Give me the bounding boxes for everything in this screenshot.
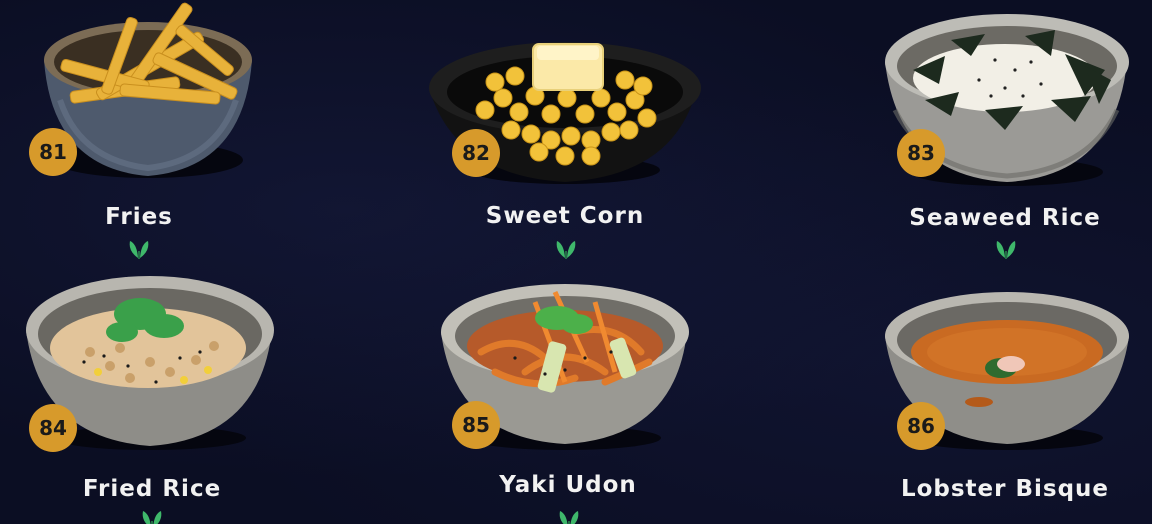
item-name: Sweet Corn [485,203,645,229]
item-number-badge: 83 [897,129,945,177]
seaweed-rice-image: 83 [855,0,1152,190]
leaf-icon [996,241,1016,259]
leaf-icon [129,241,149,259]
menu-item-fried-rice[interactable]: 84 Fried Rice [0,262,300,524]
fries-image: 81 [0,0,300,190]
leaf-icon [142,511,162,524]
leaf-icon [559,511,579,524]
fried-rice-image: 84 [0,262,300,452]
yaki-udon-image: 85 [415,262,715,452]
item-name: Fries [105,204,173,230]
item-number-badge: 84 [29,404,77,452]
lobster-bisque-image: 86 [855,262,1152,452]
item-name: Lobster Bisque [900,476,1110,502]
menu-item-seaweed-rice[interactable]: 83 Seaweed Rice [855,0,1152,262]
item-name: Yaki Udon [499,472,637,498]
menu-item-lobster-bisque[interactable]: 86 Lobster Bisque [855,262,1152,524]
sweet-corn-image: 82 [415,0,715,190]
leaf-icon [556,241,576,259]
item-number-badge: 85 [452,401,500,449]
item-number-badge: 82 [452,129,500,177]
item-name: Seaweed Rice [909,205,1101,231]
menu-item-fries[interactable]: 81 Fries [0,0,300,262]
side-dish-menu: 81 Fries 82 Sweet Corn 83 Seaweed Rice 8… [0,0,1152,524]
menu-item-yaki-udon[interactable]: 85 Yaki Udon [415,262,715,524]
item-number-badge: 86 [897,402,945,450]
item-number-badge: 81 [29,128,77,176]
item-name: Fried Rice [82,476,222,502]
menu-item-sweet-corn[interactable]: 82 Sweet Corn [415,0,715,262]
